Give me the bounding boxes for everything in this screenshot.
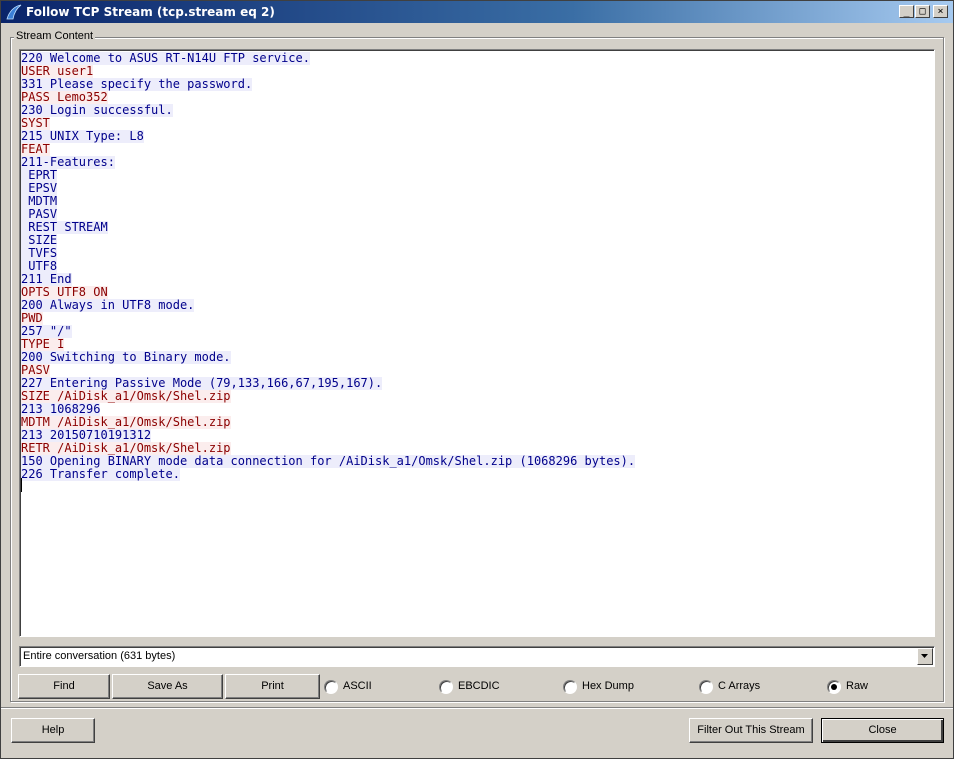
radio-c-arrays-label: C Arrays <box>718 680 761 692</box>
print-button[interactable]: Print <box>225 674 320 699</box>
client-line: PWD <box>21 312 635 325</box>
stream-line-text: 200 Always in UTF8 mode. <box>21 298 195 312</box>
radio-ascii-label: ASCII <box>343 680 372 692</box>
server-line: EPSV <box>21 182 635 195</box>
save-as-button[interactable]: Save As <box>112 674 223 699</box>
stream-line-text: 200 Switching to Binary mode. <box>21 350 231 364</box>
server-line: 226 Transfer complete. <box>21 468 635 481</box>
minimize-button[interactable]: _ <box>899 5 914 18</box>
wireshark-fin-icon <box>6 4 22 20</box>
server-line: 215 UNIX Type: L8 <box>21 130 635 143</box>
server-line: UTF8 <box>21 260 635 273</box>
server-line: 211-Features: <box>21 156 635 169</box>
radio-raw-indicator <box>827 680 841 694</box>
filter-out-stream-button[interactable]: Filter Out This Stream <box>689 718 813 743</box>
maximize-button[interactable]: □ <box>915 5 930 18</box>
radio-hex-dump-label: Hex Dump <box>582 680 634 692</box>
server-line: 220 Welcome to ASUS RT-N14U FTP service. <box>21 52 635 65</box>
stream-text-area[interactable]: 220 Welcome to ASUS RT-N14U FTP service.… <box>19 49 935 637</box>
divider <box>1 707 953 709</box>
server-line: PASV <box>21 208 635 221</box>
server-line: 331 Please specify the password. <box>21 78 635 91</box>
stream-content-label: Stream Content <box>14 30 96 42</box>
server-line: TVFS <box>21 247 635 260</box>
server-line: EPRT <box>21 169 635 182</box>
server-line: 200 Switching to Binary mode. <box>21 351 635 364</box>
radio-c-arrays-indicator <box>699 680 713 694</box>
text-caret <box>21 478 22 492</box>
server-line: MDTM <box>21 195 635 208</box>
radio-raw-label: Raw <box>846 680 869 692</box>
server-line: 200 Always in UTF8 mode. <box>21 299 635 312</box>
follow-tcp-stream-window: Follow TCP Stream (tcp.stream eq 2) _ □ … <box>0 0 954 759</box>
server-line: 211 End <box>21 273 635 286</box>
conversation-select[interactable]: Entire conversation (631 bytes) <box>19 646 935 667</box>
server-line: 257 "/" <box>21 325 635 338</box>
radio-ascii-indicator <box>324 680 338 694</box>
stream-text: 220 Welcome to ASUS RT-N14U FTP service.… <box>21 52 636 481</box>
radio-ebcdic-indicator <box>439 680 453 694</box>
title-bar[interactable]: Follow TCP Stream (tcp.stream eq 2) _ □ … <box>1 1 953 23</box>
close-window-button[interactable]: × <box>933 5 948 18</box>
find-button[interactable]: Find <box>18 674 110 699</box>
help-button[interactable]: Help <box>11 718 95 743</box>
server-line: REST STREAM <box>21 221 635 234</box>
dropdown-arrow-button[interactable] <box>917 648 933 665</box>
stream-line-text: 226 Transfer complete. <box>21 467 180 481</box>
window-title: Follow TCP Stream (tcp.stream eq 2) <box>26 5 275 19</box>
server-line: SIZE <box>21 234 635 247</box>
chevron-down-icon <box>921 654 928 658</box>
close-button[interactable]: Close <box>821 718 944 743</box>
radio-ebcdic-label: EBCDIC <box>458 680 500 692</box>
conversation-select-value: Entire conversation (631 bytes) <box>23 650 176 662</box>
client-line: SIZE /AiDisk_a1/Omsk/Shel.zip <box>21 390 635 403</box>
server-line: 230 Login successful. <box>21 104 635 117</box>
radio-hex-dump-indicator <box>563 680 577 694</box>
